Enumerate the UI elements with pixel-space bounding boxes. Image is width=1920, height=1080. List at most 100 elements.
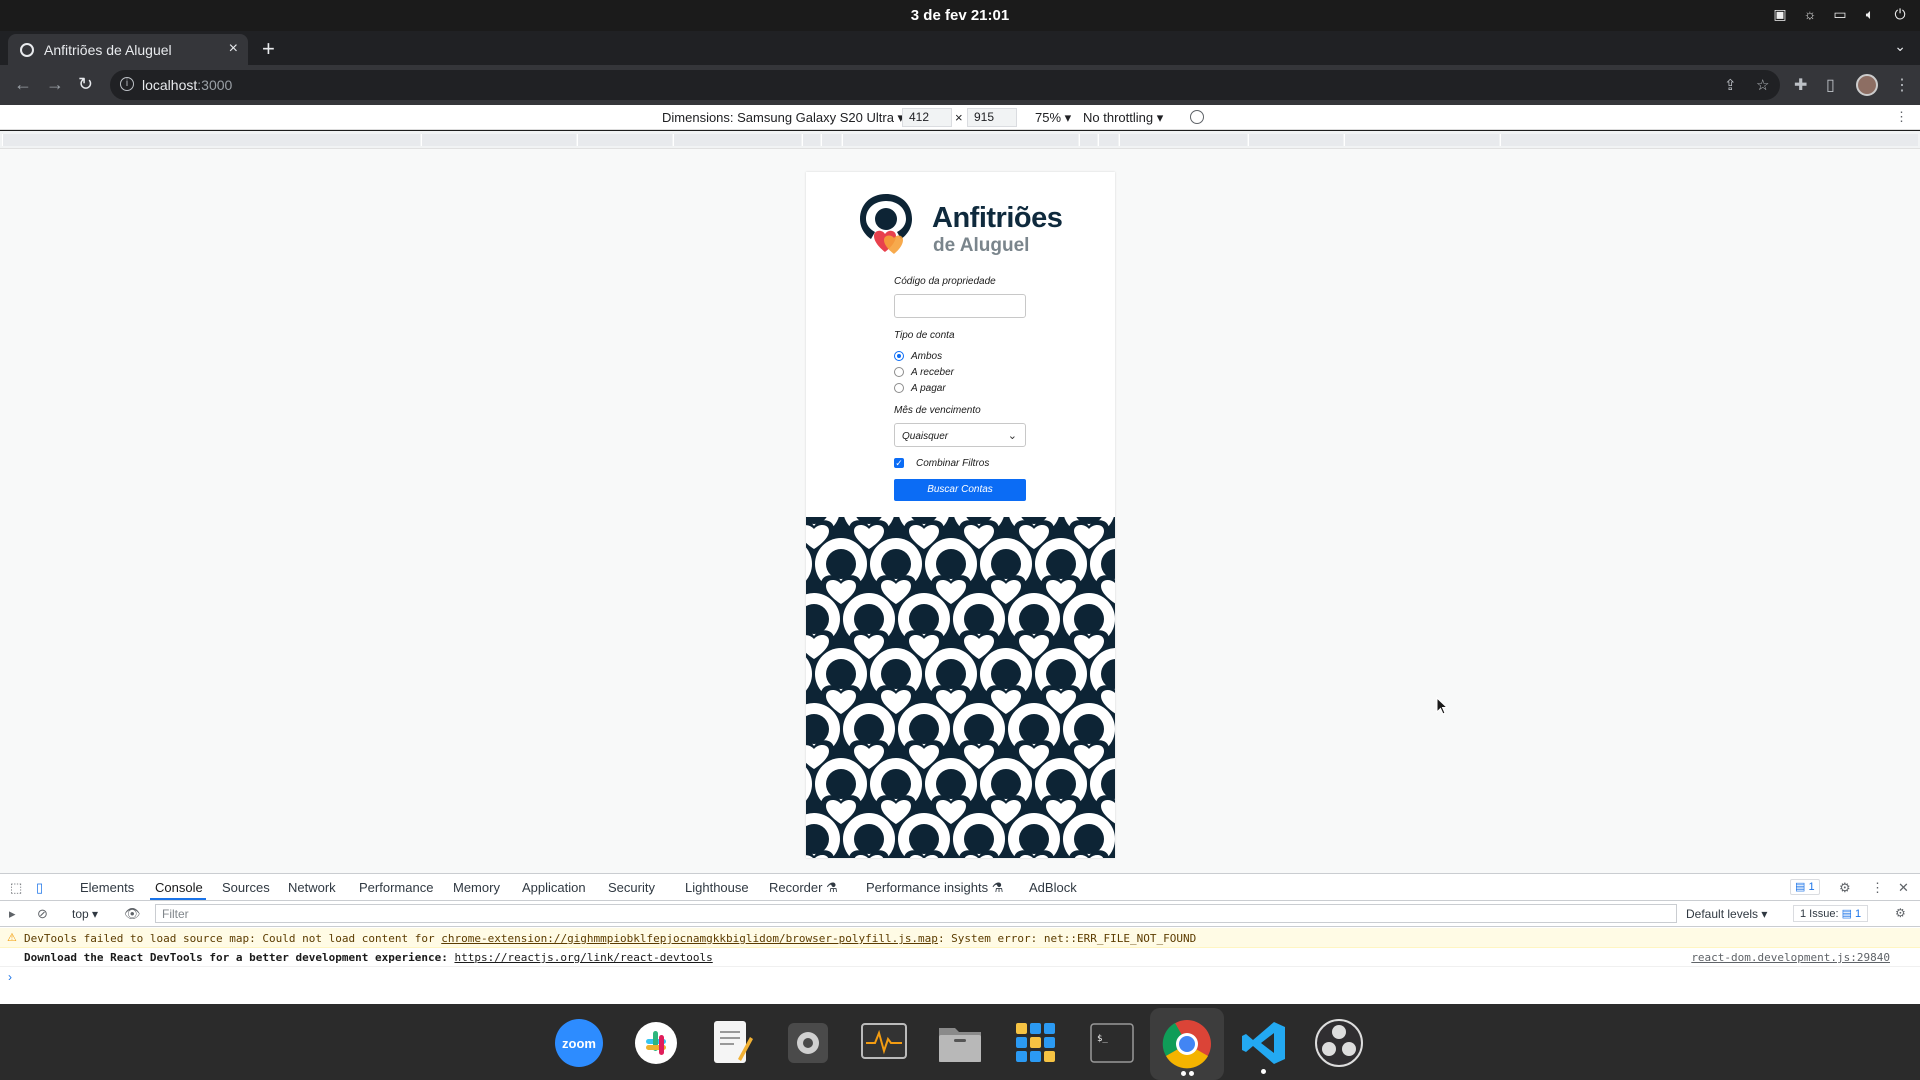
tab-recorder[interactable]: Recorder ⚗ xyxy=(769,880,838,896)
vscode-app-icon[interactable] xyxy=(1239,1018,1289,1074)
throttling-select[interactable]: No throttling ▾ xyxy=(1083,110,1163,126)
chrome-menu-icon[interactable]: ⋮ xyxy=(1894,75,1910,95)
brightness-icon[interactable]: ☼ xyxy=(1802,6,1818,22)
devtools-close-icon[interactable]: ✕ xyxy=(1898,880,1909,896)
side-panel-icon[interactable]: ▯ xyxy=(1826,75,1835,95)
radio-button[interactable] xyxy=(894,351,904,361)
console-prompt-icon[interactable]: › xyxy=(8,970,12,984)
combine-filters-checkbox[interactable]: ✓ Combinar Filtros xyxy=(894,455,1029,471)
tab-lighthouse[interactable]: Lighthouse xyxy=(685,880,749,895)
messages-badge[interactable]: ▤ 1 xyxy=(1790,879,1820,895)
console-filter-input[interactable]: Filter xyxy=(155,904,1677,923)
tab-performance[interactable]: Performance xyxy=(359,880,433,895)
media-query-segment[interactable] xyxy=(842,134,1078,146)
property-code-input[interactable] xyxy=(894,294,1026,318)
settings-app-icon[interactable] xyxy=(783,1018,833,1068)
app-grid-icon[interactable] xyxy=(1011,1018,1061,1068)
reload-icon[interactable]: ↻ xyxy=(78,74,93,95)
tab-sources[interactable]: Sources xyxy=(222,880,270,895)
obs-app-icon[interactable] xyxy=(1314,1018,1364,1068)
forward-icon[interactable]: → xyxy=(46,74,64,95)
rotate-icon[interactable] xyxy=(1190,110,1204,124)
live-expression-eye-icon[interactable]: 👁︎ xyxy=(124,906,141,922)
profile-avatar[interactable] xyxy=(1856,74,1878,96)
ubuntu-dock: zoom $_ xyxy=(0,1004,1920,1080)
issues-button[interactable]: 1 Issue: ▤ 1 xyxy=(1793,905,1869,922)
radio-a-pagar[interactable]: A pagar xyxy=(894,380,1029,396)
log-levels-select[interactable]: Default levels ▾ xyxy=(1686,907,1767,921)
terminal-app-icon[interactable]: $_ xyxy=(1087,1018,1137,1068)
media-query-segment[interactable] xyxy=(1098,134,1118,146)
radio-button[interactable] xyxy=(894,367,904,377)
zoom-select[interactable]: 75% ▾ xyxy=(1035,110,1071,126)
share-icon[interactable]: ⇪ xyxy=(1724,76,1737,94)
radio-ambos[interactable]: Ambos xyxy=(894,348,1029,364)
system-clock[interactable]: 3 de fev 21:01 xyxy=(0,7,1920,24)
media-query-segment[interactable] xyxy=(577,134,672,146)
system-monitor-app-icon[interactable] xyxy=(859,1018,909,1068)
devtools-settings-icon[interactable]: ⚙ xyxy=(1839,880,1851,896)
tab-security[interactable]: Security xyxy=(608,880,655,895)
text-editor-app-icon[interactable] xyxy=(708,1018,758,1068)
tab-application[interactable]: Application xyxy=(522,880,586,895)
radio-button[interactable] xyxy=(894,383,904,393)
browser-tab-active[interactable]: Anfitriões de Aluguel × xyxy=(8,34,248,65)
message-source-link[interactable]: react-dom.development.js:29840 xyxy=(1691,951,1890,964)
due-month-select[interactable]: Quaisquer ⌄ xyxy=(894,423,1026,447)
console-sidebar-icon[interactable]: ▸ xyxy=(9,906,16,922)
new-tab-icon[interactable]: + xyxy=(262,36,275,62)
slack-app-icon[interactable] xyxy=(631,1018,681,1068)
device-width-input[interactable]: 412 xyxy=(902,108,952,127)
active-tab-indicator xyxy=(150,898,206,900)
close-tab-icon[interactable]: × xyxy=(229,40,238,58)
site-info-icon[interactable]: i xyxy=(120,77,134,91)
tab-performance-insights[interactable]: Performance insights ⚗ xyxy=(866,880,1003,896)
tab-console[interactable]: Console xyxy=(155,880,203,895)
checkbox-checked-icon[interactable]: ✓ xyxy=(894,458,904,468)
screen-share-icon[interactable]: ▣ xyxy=(1772,6,1788,22)
devtools-tab-bar: ⬚ ▯ Elements Console Sources Network Per… xyxy=(0,874,1920,901)
media-query-segment[interactable] xyxy=(821,134,841,146)
zoom-app-icon[interactable]: zoom xyxy=(555,1019,603,1067)
media-query-segment[interactable] xyxy=(1344,134,1499,146)
bookmark-star-icon[interactable]: ☆ xyxy=(1756,76,1769,94)
back-icon[interactable]: ← xyxy=(14,74,32,95)
devtools-more-icon[interactable]: ⋮ xyxy=(1871,880,1884,896)
media-query-segment[interactable] xyxy=(1079,134,1097,146)
device-toggle-icon[interactable]: ▯ xyxy=(36,880,43,896)
media-query-segment[interactable] xyxy=(802,134,820,146)
tab-elements[interactable]: Elements xyxy=(80,880,134,895)
media-query-segment[interactable] xyxy=(673,134,801,146)
tab-network[interactable]: Network xyxy=(288,880,336,895)
clear-console-icon[interactable]: ⊘ xyxy=(37,906,48,922)
volume-icon[interactable]: 🔈︎ xyxy=(1862,6,1878,22)
react-devtools-link[interactable]: https://reactjs.org/link/react-devtools xyxy=(454,951,712,964)
search-accounts-button[interactable]: Buscar Contas xyxy=(894,479,1026,501)
property-code-label: Código da propriedade xyxy=(894,276,996,287)
chrome-app-icon[interactable] xyxy=(1150,1008,1224,1080)
device-dimensions-select[interactable]: Dimensions: Samsung Galaxy S20 Ultra ▾ xyxy=(662,110,904,126)
radio-a-receber[interactable]: A receber xyxy=(894,364,1029,380)
media-query-segment[interactable] xyxy=(2,134,420,146)
media-query-segment[interactable] xyxy=(1248,134,1343,146)
media-query-segment[interactable] xyxy=(1119,134,1247,146)
source-map-link[interactable]: chrome-extension://gighmmpiobklfepjocnam… xyxy=(441,932,938,945)
inspect-element-icon[interactable]: ⬚ xyxy=(10,880,22,896)
context-select[interactable]: top ▾ xyxy=(72,907,98,921)
power-icon[interactable]: ⏻ xyxy=(1892,6,1908,22)
extensions-icon[interactable]: ✚ xyxy=(1794,75,1807,95)
display-icon[interactable]: ▭ xyxy=(1832,6,1848,22)
files-app-icon[interactable] xyxy=(935,1018,985,1068)
media-query-segment[interactable] xyxy=(421,134,576,146)
url-text[interactable]: localhost:3000 xyxy=(142,77,232,93)
address-bar[interactable]: i localhost:3000 ⇪ ☆ xyxy=(110,70,1780,100)
tab-adblock[interactable]: AdBlock xyxy=(1029,880,1077,895)
media-query-segment[interactable] xyxy=(1500,134,1918,146)
tab-search-chevron-icon[interactable]: ⌄ xyxy=(1894,38,1906,55)
tab-memory[interactable]: Memory xyxy=(453,880,500,895)
media-query-bar[interactable] xyxy=(0,131,1920,149)
browser-toolbar: ← → ↻ i localhost:3000 ⇪ ☆ ✚ ▯ ⋮ xyxy=(0,65,1920,105)
device-height-input[interactable]: 915 xyxy=(967,108,1017,127)
device-more-icon[interactable]: ⋮ xyxy=(1895,109,1908,125)
console-settings-icon[interactable]: ⚙ xyxy=(1895,906,1906,920)
